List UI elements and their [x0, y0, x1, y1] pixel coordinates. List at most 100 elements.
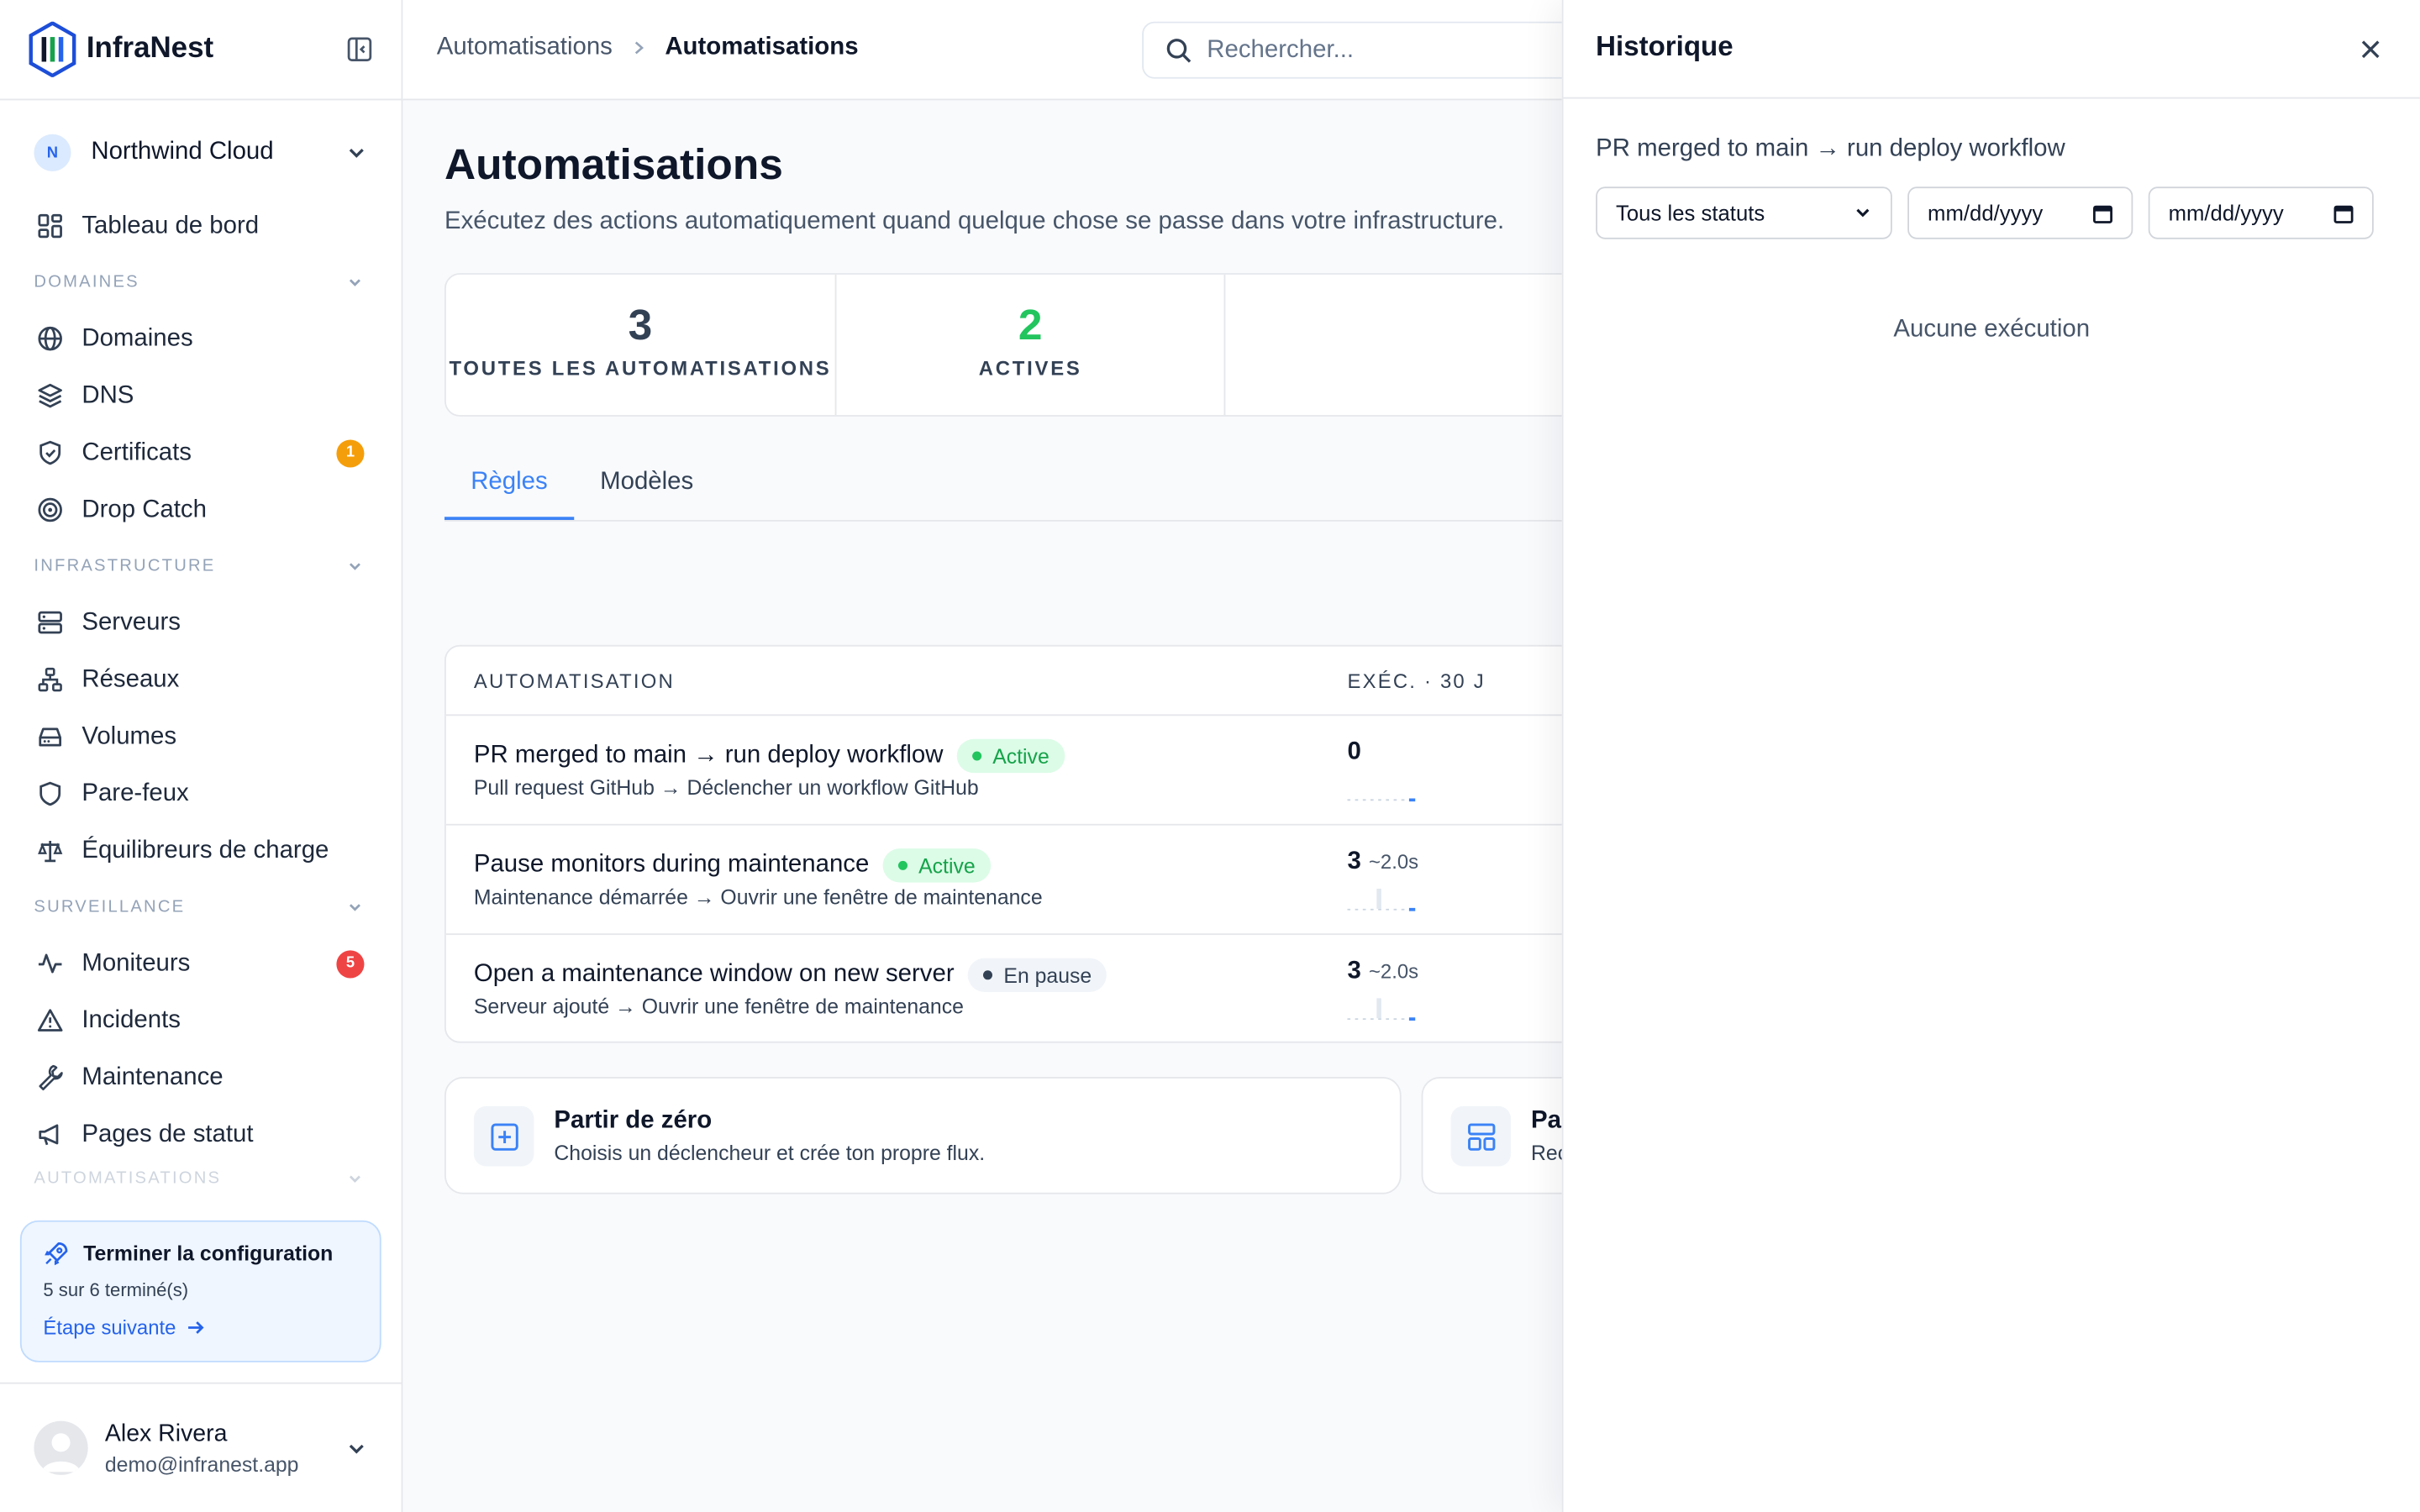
sidebar-item-label: Réseaux	[82, 665, 180, 692]
megaphone-icon	[39, 1124, 59, 1146]
layout-template-icon	[1450, 1105, 1512, 1167]
chevron-right-icon	[634, 41, 644, 55]
org-switcher[interactable]: N Northwind Cloud	[34, 129, 367, 176]
arrow-right-icon	[188, 1321, 204, 1334]
automations-table: AUTOMATISATION EXÉC. · 30 J PR merged to…	[444, 644, 1618, 1043]
table-row[interactable]: Pause monitors during maintenance Active…	[445, 826, 1617, 936]
sidebar-item-label: Serveurs	[82, 608, 181, 635]
history-panel: Historique PR merged to main → run deplo…	[1561, 0, 2420, 1512]
table-row[interactable]: PR merged to main → run deploy workflow …	[445, 716, 1617, 826]
section-label: INFRASTRUCTURE	[34, 557, 216, 576]
sidebar-item-moniteurs[interactable]: Moniteurs 5	[0, 935, 402, 992]
breadcrumb: Automatisations Automatisations	[437, 34, 859, 61]
status-label: En pause	[1003, 963, 1092, 987]
brand-name: InfraNest	[86, 32, 214, 66]
certificats-count-badge: 1	[336, 438, 365, 467]
run-count: 3 ~2.0s	[1347, 958, 1418, 986]
wrench-icon	[39, 1064, 63, 1090]
column-header-runs: EXÉC. · 30 J	[1347, 669, 1486, 692]
automation-description: Maintenance démarrée → Ouvrir une fenêtr…	[473, 885, 1043, 909]
date-to-input[interactable]: mm/dd/yyyy	[2148, 186, 2374, 239]
automation-name[interactable]: Open a maintenance window on new server	[474, 961, 955, 989]
warning-triangle-icon	[37, 1009, 63, 1032]
user-email: demo@infranest.app	[104, 1452, 299, 1476]
run-count: 0	[1347, 739, 1360, 767]
breadcrumb-parent[interactable]: Automatisations	[437, 34, 613, 61]
sidebar-item-label: Volumes	[82, 722, 177, 749]
calendar-icon	[2093, 204, 2112, 223]
automation-name[interactable]: Pause monitors during maintenance	[474, 852, 869, 879]
hard-drive-icon	[39, 727, 62, 747]
sidebar-item-label: Certificats	[82, 438, 192, 465]
sidebar-item-label: Drop Catch	[82, 496, 207, 522]
sidebar-item-dashboard[interactable]: Tableau de bord	[0, 197, 402, 255]
sidebar-item-reseaux[interactable]: Réseaux	[0, 651, 402, 708]
sidebar-item-incidents[interactable]: Incidents	[0, 992, 402, 1049]
sidebar-item-serveurs[interactable]: Serveurs	[0, 594, 402, 651]
next-step-label: Étape suivante	[43, 1315, 176, 1340]
section-label: SURVEILLANCE	[34, 897, 186, 916]
stat-label: ACTIVES	[978, 356, 1082, 380]
tab-modeles[interactable]: Modèles	[574, 444, 720, 520]
section-surveillance[interactable]: SURVEILLANCE	[0, 879, 402, 935]
plus-square-icon	[473, 1105, 534, 1167]
sidebar-item-dropcatch[interactable]: Drop Catch	[0, 481, 402, 538]
card-subtitle: Choisis un déclencheur et crée ton propr…	[554, 1142, 986, 1165]
runs-sparkline	[1347, 798, 1416, 802]
sidebar-item-maintenance[interactable]: Maintenance	[0, 1049, 402, 1106]
org-avatar: N	[34, 134, 71, 171]
search-placeholder: Rechercher...	[1207, 36, 1355, 63]
card-title: Pa	[1531, 1107, 1561, 1134]
date-from-input[interactable]: mm/dd/yyyy	[1907, 186, 2133, 239]
sidebar-item-domaines[interactable]: Domaines	[0, 310, 402, 367]
section-domaines[interactable]: DOMAINES	[0, 255, 402, 310]
activity-icon	[38, 953, 62, 974]
section-automatisations[interactable]: AUTOMATISATIONS	[0, 1163, 402, 1194]
sidebar-item-dns[interactable]: DNS	[0, 367, 402, 424]
sidebar-item-label: Tableau de bord	[82, 212, 260, 239]
panel-subtitle: PR merged to main → run deploy workflow	[1596, 135, 2065, 162]
tab-regles[interactable]: Règles	[444, 444, 574, 520]
run-count-value: 3	[1347, 848, 1361, 875]
close-icon[interactable]	[2358, 37, 2382, 61]
sidebar-item-equilibreurs[interactable]: Équilibreurs de charge	[0, 822, 402, 879]
next-step-link[interactable]: Étape suivante	[43, 1315, 358, 1340]
status-badge: Active	[956, 738, 1065, 774]
section-label: DOMAINES	[34, 273, 139, 292]
brand-header: InfraNest	[0, 0, 402, 101]
sidebar-item-parefeux[interactable]: Pare-feux	[0, 765, 402, 822]
automation-description: Pull request GitHub → Déclencher un work…	[473, 775, 979, 800]
setup-progress-card: Terminer la configuration 5 sur 6 termin…	[19, 1220, 381, 1362]
sidebar: InfraNest N Northwind Cloud Tableau de b…	[0, 0, 403, 1512]
status-filter-select[interactable]: Tous les statuts	[1596, 186, 1892, 239]
table-row[interactable]: Open a maintenance window on new server …	[446, 935, 1616, 1042]
chevron-down-icon	[349, 904, 360, 911]
runs-sparkline	[1347, 998, 1416, 1021]
chevron-down-icon	[349, 1175, 360, 1183]
search-icon	[1166, 38, 1192, 62]
target-icon	[38, 497, 62, 522]
dashboard-icon	[38, 213, 62, 239]
card-title: Partir de zéro	[554, 1107, 713, 1134]
tabs: Règles Modèles	[444, 444, 1618, 522]
sidebar-item-label: Pages de statut	[82, 1121, 254, 1147]
date-to-placeholder: mm/dd/yyyy	[2168, 200, 2284, 226]
section-infrastructure[interactable]: INFRASTRUCTURE	[0, 538, 402, 594]
status-badge: En pause	[968, 958, 1107, 992]
automation-description: Serveur ajouté → Ouvrir une fenêtre de m…	[473, 995, 964, 1019]
run-count-value: 0	[1347, 738, 1361, 766]
sidebar-item-label: Maintenance	[82, 1063, 224, 1090]
automation-name[interactable]: PR merged to main → run deploy workflow	[474, 742, 944, 769]
runs-sparkline	[1347, 888, 1416, 911]
sidebar-item-certificats[interactable]: Certificats 1	[0, 424, 402, 481]
table-header: AUTOMATISATION EXÉC. · 30 J	[445, 647, 1617, 717]
sidebar-item-volumes[interactable]: Volumes	[0, 708, 402, 765]
rocket-icon	[45, 1242, 68, 1266]
sidebar-item-pages-statut[interactable]: Pages de statut	[0, 1106, 402, 1163]
user-menu[interactable]: Alex Rivera demo@infranest.app	[0, 1382, 402, 1512]
shield-check-icon	[39, 440, 61, 465]
start-from-scratch-card[interactable]: Partir de zéro Choisis un déclencheur et…	[444, 1077, 1402, 1194]
sidebar-collapse-icon[interactable]	[345, 35, 373, 63]
network-icon	[38, 667, 62, 692]
org-name: Northwind Cloud	[91, 139, 274, 165]
